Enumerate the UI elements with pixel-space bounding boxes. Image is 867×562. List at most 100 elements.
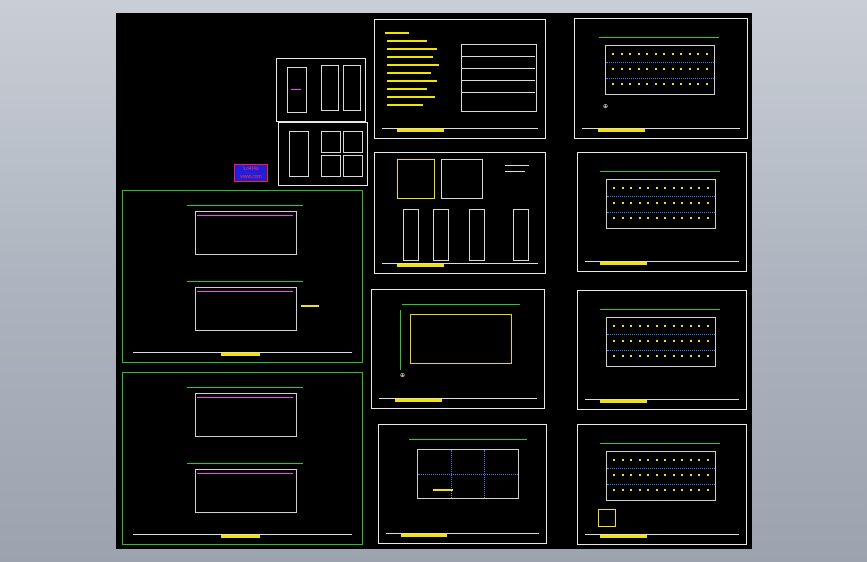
light-fixture-mark bbox=[612, 83, 614, 85]
dimension-line bbox=[187, 463, 303, 464]
light-fixture-mark bbox=[620, 53, 623, 55]
light-fixture-mark bbox=[654, 83, 657, 85]
grid-plan-2[interactable] bbox=[378, 424, 547, 544]
light-fixture-mark bbox=[621, 489, 624, 491]
notes-text bbox=[387, 80, 437, 82]
light-fixture-mark bbox=[621, 355, 624, 357]
legend-table-sheet[interactable] bbox=[374, 152, 546, 274]
light-fixture-mark bbox=[655, 217, 658, 219]
detail-box bbox=[343, 155, 363, 177]
system-column bbox=[513, 209, 529, 261]
title-block bbox=[381, 128, 539, 133]
upper-floor-plan bbox=[195, 211, 297, 255]
light-fixture-mark bbox=[638, 187, 641, 189]
light-fixture-mark bbox=[706, 340, 709, 342]
lighting-plan-3[interactable] bbox=[577, 290, 747, 410]
light-fixture-mark bbox=[630, 474, 632, 476]
light-fixture-mark bbox=[612, 68, 614, 70]
light-fixture-mark bbox=[630, 340, 632, 342]
callout-text bbox=[433, 489, 453, 491]
grid-line bbox=[606, 77, 714, 79]
light-fixture-mark bbox=[706, 325, 709, 327]
light-fixture-mark bbox=[680, 68, 682, 70]
lighting-plan-1[interactable]: ⊕ bbox=[574, 18, 748, 139]
notes-text bbox=[385, 32, 409, 34]
light-fixture-mark bbox=[664, 459, 666, 461]
plan-outline bbox=[417, 449, 519, 499]
panel-detail bbox=[598, 509, 616, 527]
title-block bbox=[381, 263, 539, 268]
light-fixture-mark bbox=[638, 459, 641, 461]
light-fixture-mark bbox=[706, 187, 709, 189]
wiring-line bbox=[197, 291, 293, 292]
light-fixture-mark bbox=[655, 474, 658, 476]
north-arrow-icon: ⊕ bbox=[603, 103, 609, 110]
floor-plan-dual-2[interactable] bbox=[122, 372, 363, 545]
light-fixture-mark bbox=[689, 217, 692, 219]
detail-sheet-b[interactable] bbox=[278, 122, 368, 186]
grid-plan-1[interactable]: ⊕ bbox=[371, 289, 545, 409]
light-fixture-mark bbox=[698, 340, 700, 342]
light-fixture-mark bbox=[681, 340, 683, 342]
title-block bbox=[132, 352, 353, 357]
detail-box bbox=[289, 131, 309, 177]
plan-outline bbox=[606, 451, 716, 501]
notes-text bbox=[387, 96, 435, 98]
cad-drawing-canvas[interactable]: Lo4t4a www.com ⊕ ⊕ bbox=[116, 13, 752, 549]
light-fixture-mark bbox=[688, 53, 691, 55]
light-fixture-mark bbox=[655, 187, 658, 189]
callout-text bbox=[301, 305, 319, 307]
light-fixture-mark bbox=[681, 217, 683, 219]
dimension-line bbox=[187, 387, 303, 388]
table-row-line bbox=[461, 68, 535, 69]
lower-floor-plan bbox=[195, 287, 297, 331]
light-fixture-mark bbox=[647, 187, 649, 189]
light-fixture-mark bbox=[630, 202, 632, 204]
stamp-line-1: Lo4t4a bbox=[243, 166, 259, 172]
dimension-line bbox=[600, 171, 720, 172]
light-fixture-mark bbox=[689, 340, 692, 342]
grid-line bbox=[418, 474, 518, 475]
light-fixture-mark bbox=[638, 217, 641, 219]
lower-floor-plan bbox=[195, 469, 297, 513]
light-fixture-mark bbox=[680, 53, 682, 55]
light-fixture-mark bbox=[647, 474, 649, 476]
plan-outline bbox=[605, 45, 715, 95]
light-fixture-mark bbox=[613, 355, 615, 357]
light-fixture-mark bbox=[705, 53, 708, 55]
plan-outline bbox=[410, 314, 512, 364]
section-symbol-icon: ⊕ bbox=[400, 372, 406, 379]
light-fixture-mark bbox=[706, 355, 709, 357]
light-fixture-mark bbox=[621, 474, 624, 476]
light-fixture-mark bbox=[638, 489, 641, 491]
detail-sheet-a[interactable] bbox=[276, 58, 366, 122]
light-fixture-mark bbox=[697, 68, 699, 70]
light-fixture-mark bbox=[698, 202, 700, 204]
light-fixture-mark bbox=[680, 83, 682, 85]
light-fixture-mark bbox=[681, 474, 683, 476]
light-fixture-mark bbox=[613, 202, 615, 204]
light-fixture-mark bbox=[672, 355, 675, 357]
light-fixture-mark bbox=[698, 474, 700, 476]
lighting-plan-4[interactable] bbox=[577, 424, 747, 545]
floor-plan-dual-1[interactable] bbox=[122, 190, 363, 363]
light-fixture-mark bbox=[613, 459, 615, 461]
schedule-table bbox=[441, 159, 483, 199]
light-fixture-mark bbox=[689, 325, 692, 327]
lighting-plan-2[interactable] bbox=[577, 152, 747, 272]
light-fixture-mark bbox=[663, 83, 665, 85]
light-fixture-mark bbox=[689, 202, 692, 204]
title-block bbox=[584, 399, 740, 404]
light-fixture-mark bbox=[637, 53, 640, 55]
schedule-table bbox=[397, 159, 435, 199]
light-fixture-mark bbox=[654, 53, 657, 55]
light-fixture-mark bbox=[664, 474, 666, 476]
notes-text bbox=[387, 72, 431, 74]
light-fixture-mark bbox=[672, 340, 675, 342]
design-notes-sheet[interactable] bbox=[374, 19, 546, 139]
light-fixture-mark bbox=[638, 202, 641, 204]
light-fixture-mark bbox=[630, 187, 632, 189]
light-fixture-mark bbox=[689, 187, 692, 189]
notes-text bbox=[387, 88, 427, 90]
light-fixture-mark bbox=[637, 83, 640, 85]
